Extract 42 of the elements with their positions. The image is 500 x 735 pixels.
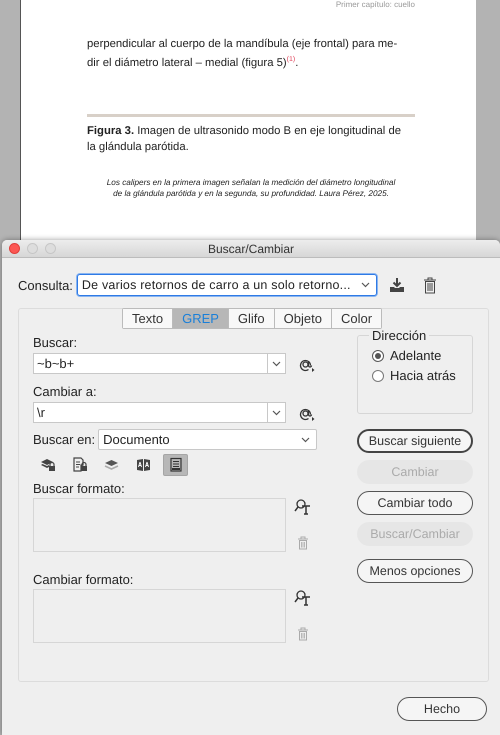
- layers-icon: [104, 457, 120, 473]
- change-label: Cambiar a:: [33, 384, 98, 399]
- direction-label: Dirección: [371, 328, 428, 343]
- tab[interactable]: Color: [330, 309, 382, 328]
- document-lock-icon: [72, 457, 88, 473]
- save-query-icon[interactable]: [388, 277, 405, 293]
- chevron-down-icon: [272, 360, 281, 366]
- find-field[interactable]: ~b~b+: [33, 353, 286, 374]
- format-search-icon[interactable]: [294, 498, 312, 515]
- document-lines-icon: [168, 457, 184, 473]
- find-label: Buscar:: [33, 335, 78, 350]
- layers-lock-icon: [40, 457, 56, 473]
- change-format-label: Cambiar formato:: [33, 572, 134, 587]
- radio-label: Hacia atrás: [390, 368, 456, 383]
- search-in-dropdown[interactable]: Documento: [98, 429, 318, 450]
- delete-icon[interactable]: [422, 276, 437, 294]
- body-paragraph: perpendicular al cuerpo de la mandíbula (eje frontal) para me- dir el diámetro lateral – medial (figura 5)$^{(1)}$.: [87, 37, 398, 71]
- window-title: Buscar/Cambiar: [208, 242, 294, 256]
- find-format-label: Buscar formato:: [33, 481, 126, 496]
- search-in-label: Buscar en:: [33, 432, 96, 447]
- chevron-down-icon: [272, 410, 281, 416]
- change-field[interactable]: \r: [33, 402, 286, 423]
- figure-caption: Figura 3. Imagen de ultrasonido modo B en eje longitudinal de la glándula parótida.: [87, 124, 402, 155]
- figure-note: Los calipers en la primera imagen señalan la medición del diámetro longitudinal de la glándula parótida y en la segunda, su profundidad. Laura Pérez, 2025.: [106, 176, 396, 199]
- done-button[interactable]: Hecho: [397, 697, 487, 721]
- special-characters-icon[interactable]: [300, 408, 314, 420]
- radio-button[interactable]: [372, 350, 384, 362]
- chevron-down-icon: [360, 282, 370, 288]
- book-text-icon: [136, 457, 152, 473]
- action-button[interactable]: Cambiar todo: [357, 491, 473, 515]
- format-search-icon[interactable]: [294, 589, 312, 606]
- document-lines-toggle[interactable]: [163, 454, 188, 476]
- action-button[interactable]: Menos opciones: [357, 559, 473, 583]
- close-button[interactable]: [9, 243, 20, 254]
- chevron-down-icon: [301, 436, 310, 442]
- special-characters-icon[interactable]: [300, 359, 314, 372]
- running-header: Primer capítulo: cuello: [336, 0, 415, 9]
- query-label: Consulta:: [18, 278, 73, 292]
- radio-button[interactable]: [372, 370, 384, 382]
- query-dropdown[interactable]: De varios retornos de carro a un solo retorno...: [76, 274, 377, 296]
- radio-label: Adelante: [390, 348, 442, 363]
- action-button[interactable]: Buscar siguiente: [357, 429, 473, 453]
